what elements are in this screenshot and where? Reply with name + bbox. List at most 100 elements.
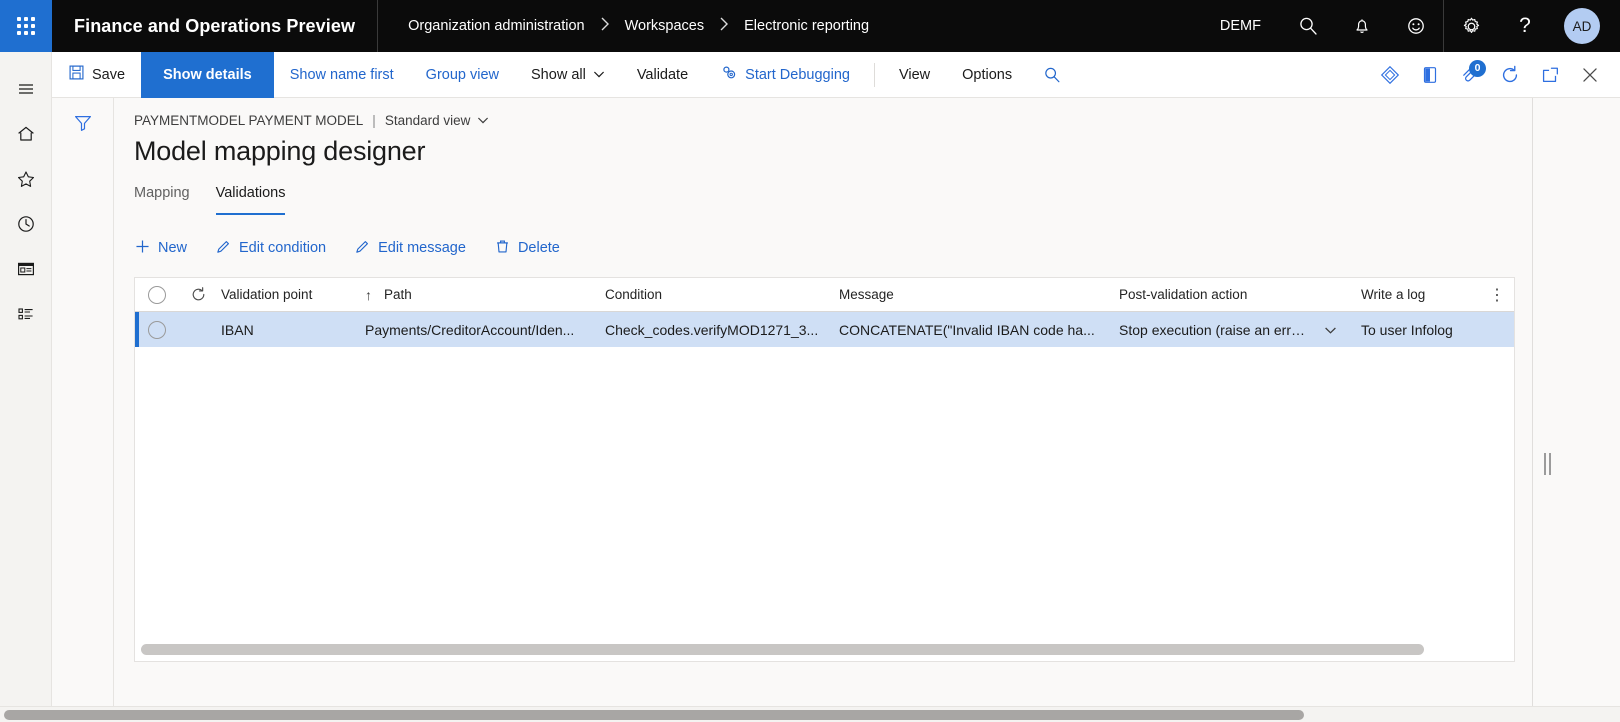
chevron-right-icon — [718, 16, 730, 37]
app-launcher-button[interactable] — [0, 0, 52, 52]
modules-list-icon[interactable] — [0, 291, 52, 336]
chevron-right-icon — [599, 16, 611, 37]
app-title: Finance and Operations Preview — [74, 15, 356, 36]
chevron-down-icon — [593, 67, 605, 83]
column-header-post-validation-action[interactable]: Post-validation action — [1119, 287, 1361, 302]
edit-message-button[interactable]: Edit message — [354, 238, 480, 259]
pencil-icon — [354, 238, 371, 259]
row-select-checkbox[interactable] — [135, 320, 179, 339]
settings-gear-icon[interactable] — [1444, 0, 1498, 52]
column-header-path[interactable]: ↑ Path — [365, 287, 605, 303]
column-header-condition[interactable]: Condition — [605, 287, 839, 302]
filter-funnel-icon[interactable] — [72, 112, 94, 722]
options-menu[interactable]: Options — [946, 52, 1028, 98]
edit-condition-button[interactable]: Edit condition — [215, 238, 340, 259]
save-button[interactable]: Save — [52, 52, 141, 98]
show-details-button[interactable]: Show details — [141, 51, 274, 98]
page-title: Model mapping designer — [134, 136, 426, 166]
avatar[interactable]: AD — [1564, 8, 1600, 44]
edit-condition-label: Edit condition — [239, 240, 327, 256]
view-selector-label: Standard view — [384, 112, 471, 128]
validate-button[interactable]: Validate — [621, 52, 704, 98]
column-header-message[interactable]: Message — [839, 287, 1119, 302]
select-all-checkbox[interactable] — [135, 285, 179, 304]
show-all-label: Show all — [531, 66, 586, 83]
group-view-button[interactable]: Group view — [410, 52, 515, 98]
attachments-icon[interactable]: 0 — [1450, 52, 1490, 98]
hamburger-menu-icon[interactable] — [0, 66, 52, 111]
workspaces-icon[interactable] — [0, 246, 52, 291]
close-icon[interactable] — [1570, 52, 1610, 98]
breadcrumb-item-electronic-reporting[interactable]: Electronic reporting — [744, 18, 869, 34]
top-bar-right-group: DEMF ? AD — [1200, 0, 1620, 52]
breadcrumb-item-workspaces[interactable]: Workspaces — [625, 18, 705, 34]
caption-model-name: PAYMENTMODEL PAYMENT MODEL — [134, 112, 364, 128]
cell-condition: Check_codes.verifyMOD1271_3... — [605, 321, 819, 338]
select-all-circle-icon — [148, 285, 166, 304]
new-button[interactable]: New — [134, 238, 201, 259]
tab-validations[interactable]: Validations — [215, 185, 286, 215]
cell-post-validation-action-value: Stop execution (raise an error) — [1119, 321, 1309, 338]
search-icon[interactable] — [1281, 0, 1335, 52]
debug-gears-icon — [720, 64, 738, 86]
cell-post-validation-action[interactable]: Stop execution (raise an error) — [1119, 322, 1361, 338]
row-selection-indicator — [135, 312, 139, 347]
personalize-diamond-icon[interactable] — [1370, 52, 1410, 98]
show-all-dropdown[interactable]: Show all — [515, 52, 621, 98]
chevron-down-icon[interactable] — [1324, 322, 1337, 338]
table-row[interactable]: IBAN Payments/CreditorAccount/Iden... Ch… — [135, 312, 1514, 347]
grid-refresh-button[interactable] — [179, 286, 217, 303]
start-debugging-label: Start Debugging — [745, 66, 850, 83]
view-selector[interactable]: Standard view — [385, 113, 490, 128]
show-name-first-button[interactable]: Show name first — [274, 52, 410, 98]
page-content: PAYMENTMODEL PAYMENT MODEL | Standard vi… — [114, 98, 1532, 722]
tab-list: Mapping Validations — [134, 185, 1532, 215]
home-icon[interactable] — [0, 111, 52, 156]
top-navigation-bar: Finance and Operations Preview Organizat… — [0, 0, 1620, 52]
pencil-icon — [215, 238, 232, 259]
right-pane — [1532, 98, 1620, 722]
grid-action-bar: New Edit condition Edit message Delete — [134, 231, 1532, 265]
new-label: New — [158, 240, 188, 256]
start-debugging-button[interactable]: Start Debugging — [704, 52, 866, 98]
save-label: Save — [92, 66, 126, 83]
page-scrollbar-thumb[interactable] — [4, 710, 1304, 720]
office-app-icon[interactable] — [1410, 52, 1450, 98]
trash-icon — [494, 238, 511, 259]
sort-ascending-icon: ↑ — [365, 286, 372, 303]
grid-horizontal-scrollbar[interactable] — [141, 644, 1424, 655]
cell-message: CONCATENATE("Invalid IBAN code ha... — [839, 321, 1095, 338]
favorites-star-icon[interactable] — [0, 156, 52, 201]
command-bar: Save Show details Show name first Group … — [52, 51, 1620, 98]
breadcrumb-item-organization-administration[interactable]: Organization administration — [408, 18, 585, 34]
caption-separator: | — [372, 112, 376, 128]
delete-button[interactable]: Delete — [494, 238, 574, 259]
refresh-icon[interactable] — [1490, 52, 1530, 98]
help-icon[interactable]: ? — [1498, 0, 1552, 52]
company-selector[interactable]: DEMF — [1200, 18, 1281, 34]
feedback-smiley-icon[interactable] — [1389, 0, 1443, 52]
pane-splitter-handle[interactable] — [1542, 451, 1552, 477]
more-vertical-icon[interactable]: ⋮ — [1486, 278, 1508, 312]
page-caption: PAYMENTMODEL PAYMENT MODEL | Standard vi… — [134, 110, 1532, 130]
recent-clock-icon[interactable] — [0, 201, 52, 246]
command-bar-right-group: 0 — [1370, 52, 1620, 98]
cell-write-a-log: To user Infolog — [1361, 321, 1453, 338]
page-horizontal-scrollbar[interactable] — [0, 706, 1620, 722]
chevron-down-icon — [477, 113, 489, 128]
left-navigation-rail — [0, 52, 52, 722]
search-icon[interactable] — [1032, 52, 1072, 98]
delete-label: Delete — [517, 240, 560, 256]
divider — [873, 62, 875, 87]
plus-icon — [134, 238, 151, 259]
edit-message-label: Edit message — [378, 240, 466, 256]
view-menu[interactable]: View — [883, 52, 946, 98]
open-in-new-window-icon[interactable] — [1530, 52, 1570, 98]
notifications-icon[interactable] — [1335, 0, 1389, 52]
app-launcher-icon — [17, 17, 35, 35]
attachments-count-badge: 0 — [1469, 59, 1486, 77]
tab-mapping[interactable]: Mapping — [134, 185, 190, 215]
column-header-validation-point[interactable]: Validation point — [217, 287, 365, 302]
filter-strip — [52, 98, 114, 722]
cell-path: Payments/CreditorAccount/Iden... — [365, 321, 575, 338]
